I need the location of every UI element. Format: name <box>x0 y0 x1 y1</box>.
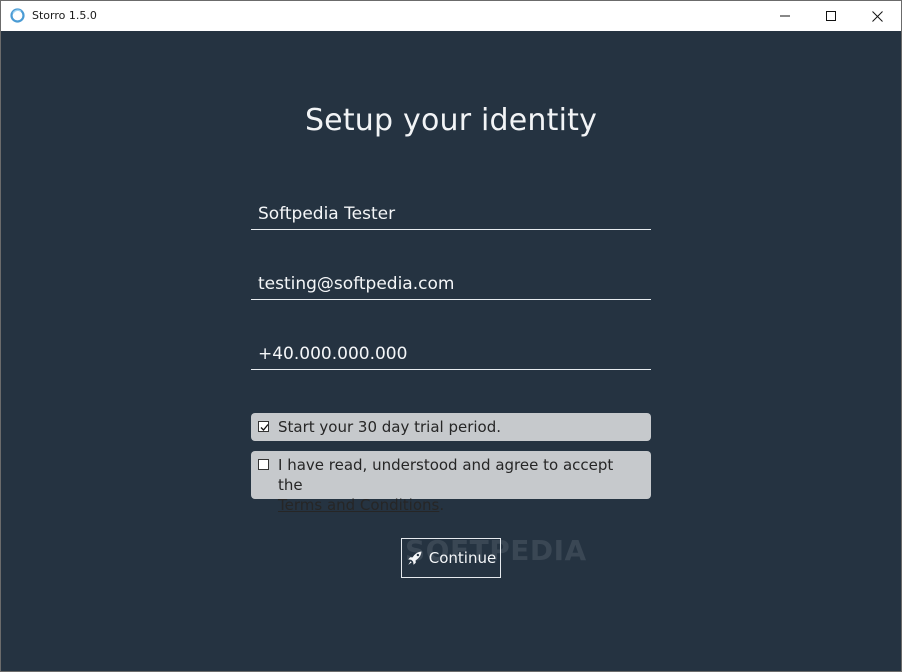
name-input[interactable] <box>251 198 651 230</box>
page-title: Setup your identity <box>304 103 598 138</box>
app-window: Storro 1.5.0 Setup your identity Softped… <box>0 0 902 672</box>
terms-label: I have read, understood and agree to acc… <box>278 455 638 515</box>
trial-option[interactable]: Start your 30 day trial period. <box>251 413 651 441</box>
setup-content: Setup your identity Start your 30 day tr… <box>1 31 901 671</box>
checkmark-icon <box>260 424 269 431</box>
trial-label: Start your 30 day trial period. <box>278 418 502 436</box>
continue-button[interactable]: Continue <box>401 538 501 578</box>
title-bar[interactable]: Storro 1.5.0 <box>1 1 901 31</box>
terms-checkbox[interactable] <box>258 459 269 470</box>
minimize-icon <box>780 15 790 17</box>
terms-option[interactable]: I have read, understood and agree to acc… <box>251 451 651 514</box>
terms-label-suffix: . <box>439 496 445 514</box>
continue-label: Continue <box>428 549 497 567</box>
terms-label-prefix: I have read, understood and agree to acc… <box>278 456 614 494</box>
rocket-icon <box>407 551 422 565</box>
close-icon <box>871 10 883 22</box>
maximize-button[interactable] <box>808 1 854 31</box>
minimize-button[interactable] <box>762 1 808 31</box>
close-button[interactable] <box>854 1 900 31</box>
email-input[interactable] <box>251 268 651 300</box>
phone-input[interactable] <box>251 338 651 370</box>
terms-and-conditions-link[interactable]: Terms and Conditions <box>278 496 439 514</box>
window-title: Storro 1.5.0 <box>32 9 97 22</box>
maximize-icon <box>826 11 836 21</box>
storro-logo-icon <box>10 8 25 23</box>
trial-checkbox[interactable] <box>258 421 269 432</box>
